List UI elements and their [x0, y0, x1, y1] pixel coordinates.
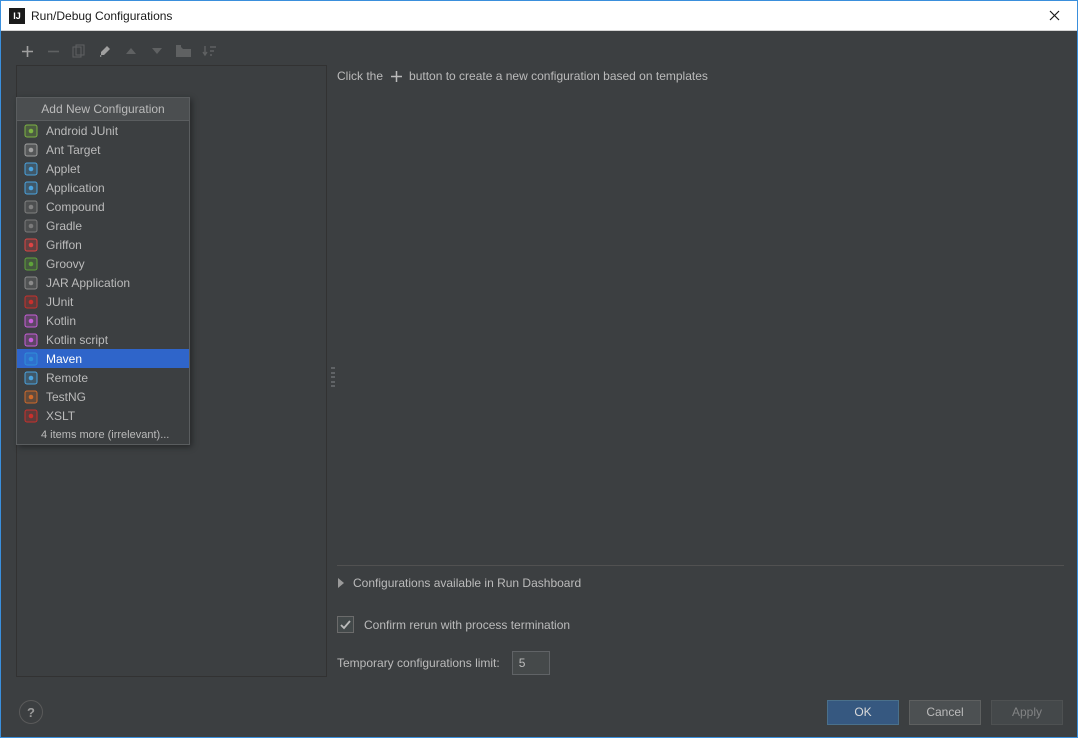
- help-button[interactable]: ?: [19, 700, 43, 724]
- maven-icon: [23, 351, 39, 367]
- dialog-title: Run/Debug Configurations: [31, 9, 1032, 23]
- cancel-button[interactable]: Cancel: [909, 700, 981, 725]
- footer: ? OK Cancel Apply: [1, 687, 1077, 737]
- gradle-icon: [23, 218, 39, 234]
- dropdown-item-label: Griffon: [46, 238, 82, 252]
- run-debug-dialog: IJ Run/Debug Configurations: [0, 0, 1078, 738]
- groovy-icon: [23, 256, 39, 272]
- intellij-icon: IJ: [9, 8, 25, 24]
- dropdown-item-label: JUnit: [46, 295, 73, 309]
- dropdown-item-groovy[interactable]: Groovy: [17, 254, 189, 273]
- dropdown-item-compound[interactable]: Compound: [17, 197, 189, 216]
- empty-hint: Click the button to create a new configu…: [337, 69, 1064, 83]
- right-fill: [337, 83, 1064, 565]
- temp-limit-input[interactable]: [512, 651, 550, 675]
- confirm-rerun-checkbox[interactable]: [337, 616, 354, 633]
- dialog-body: Click the button to create a new configu…: [1, 31, 1077, 737]
- chevron-right-icon: [337, 578, 345, 588]
- titlebar: IJ Run/Debug Configurations: [1, 1, 1077, 31]
- dropdown-header: Add New Configuration: [17, 98, 189, 121]
- compound-icon: [23, 199, 39, 215]
- move-up-button: [119, 40, 143, 62]
- junit-icon: [23, 294, 39, 310]
- dropdown-item-kotlin-script[interactable]: Kotlin script: [17, 330, 189, 349]
- add-configuration-dropdown: Add New Configuration Android JUnit Ant T…: [16, 97, 190, 445]
- dropdown-item-label: Compound: [46, 200, 105, 214]
- dropdown-item-testng[interactable]: TestNG: [17, 387, 189, 406]
- application-icon: [23, 180, 39, 196]
- hint-prefix: Click the: [337, 69, 383, 83]
- dropdown-list: Android JUnit Ant Target Applet Application…: [17, 121, 189, 425]
- kotlin-script-icon: [23, 332, 39, 348]
- xslt-icon: [23, 408, 39, 424]
- dropdown-item-label: JAR Application: [46, 276, 130, 290]
- sort-button: [197, 40, 221, 62]
- copy-button: [67, 40, 91, 62]
- dropdown-item-gradle[interactable]: Gradle: [17, 216, 189, 235]
- dropdown-item-label: Application: [46, 181, 105, 195]
- confirm-rerun-row: Confirm rerun with process termination: [337, 598, 1064, 639]
- ant-icon: [23, 142, 39, 158]
- dropdown-item-label: Ant Target: [46, 143, 100, 157]
- dropdown-item-label: Applet: [46, 162, 80, 176]
- dropdown-item-griffon[interactable]: Griffon: [17, 235, 189, 254]
- dropdown-item-label: Kotlin script: [46, 333, 108, 347]
- dropdown-item-jar-application[interactable]: JAR Application: [17, 273, 189, 292]
- dropdown-item-junit[interactable]: JUnit: [17, 292, 189, 311]
- run-dashboard-label: Configurations available in Run Dashboar…: [353, 576, 581, 590]
- kotlin-icon: [23, 313, 39, 329]
- dropdown-item-kotlin[interactable]: Kotlin: [17, 311, 189, 330]
- dropdown-item-label: Maven: [46, 352, 82, 366]
- dropdown-item-label: Kotlin: [46, 314, 76, 328]
- ok-button[interactable]: OK: [827, 700, 899, 725]
- dropdown-item-remote[interactable]: Remote: [17, 368, 189, 387]
- dropdown-item-maven[interactable]: Maven: [17, 349, 189, 368]
- dropdown-item-applet[interactable]: Applet: [17, 159, 189, 178]
- griffon-icon: [23, 237, 39, 253]
- remove-button: [41, 40, 65, 62]
- dropdown-item-label: Remote: [46, 371, 88, 385]
- testng-icon: [23, 389, 39, 405]
- dropdown-item-application[interactable]: Application: [17, 178, 189, 197]
- dropdown-item-xslt[interactable]: XSLT: [17, 406, 189, 425]
- dropdown-item-label: Gradle: [46, 219, 82, 233]
- dropdown-item-android-junit[interactable]: Android JUnit: [17, 121, 189, 140]
- temp-limit-row: Temporary configurations limit:: [337, 639, 1064, 687]
- edit-button[interactable]: [93, 40, 117, 62]
- remote-icon: [23, 370, 39, 386]
- dropdown-item-label: Android JUnit: [46, 124, 118, 138]
- hint-suffix: button to create a new configuration bas…: [409, 69, 708, 83]
- android-junit-icon: [23, 123, 39, 139]
- move-down-button: [145, 40, 169, 62]
- applet-icon: [23, 161, 39, 177]
- dropdown-item-label: XSLT: [46, 409, 75, 423]
- add-button[interactable]: [15, 40, 39, 62]
- right-pane: Click the button to create a new configu…: [327, 65, 1064, 687]
- toolbar: [1, 37, 1077, 65]
- close-button[interactable]: [1032, 1, 1077, 30]
- temp-limit-label: Temporary configurations limit:: [337, 656, 500, 670]
- dropdown-item-ant-target[interactable]: Ant Target: [17, 140, 189, 159]
- jar-icon: [23, 275, 39, 291]
- dropdown-item-label: Groovy: [46, 257, 85, 271]
- dropdown-item-label: TestNG: [46, 390, 86, 404]
- dropdown-more[interactable]: 4 items more (irrelevant)...: [17, 425, 189, 444]
- apply-button: Apply: [991, 700, 1063, 725]
- confirm-rerun-label: Confirm rerun with process termination: [364, 618, 570, 632]
- plus-icon: [389, 69, 403, 83]
- folder-button: [171, 40, 195, 62]
- splitter-grip[interactable]: [331, 367, 335, 387]
- run-dashboard-section[interactable]: Configurations available in Run Dashboar…: [337, 565, 1064, 598]
